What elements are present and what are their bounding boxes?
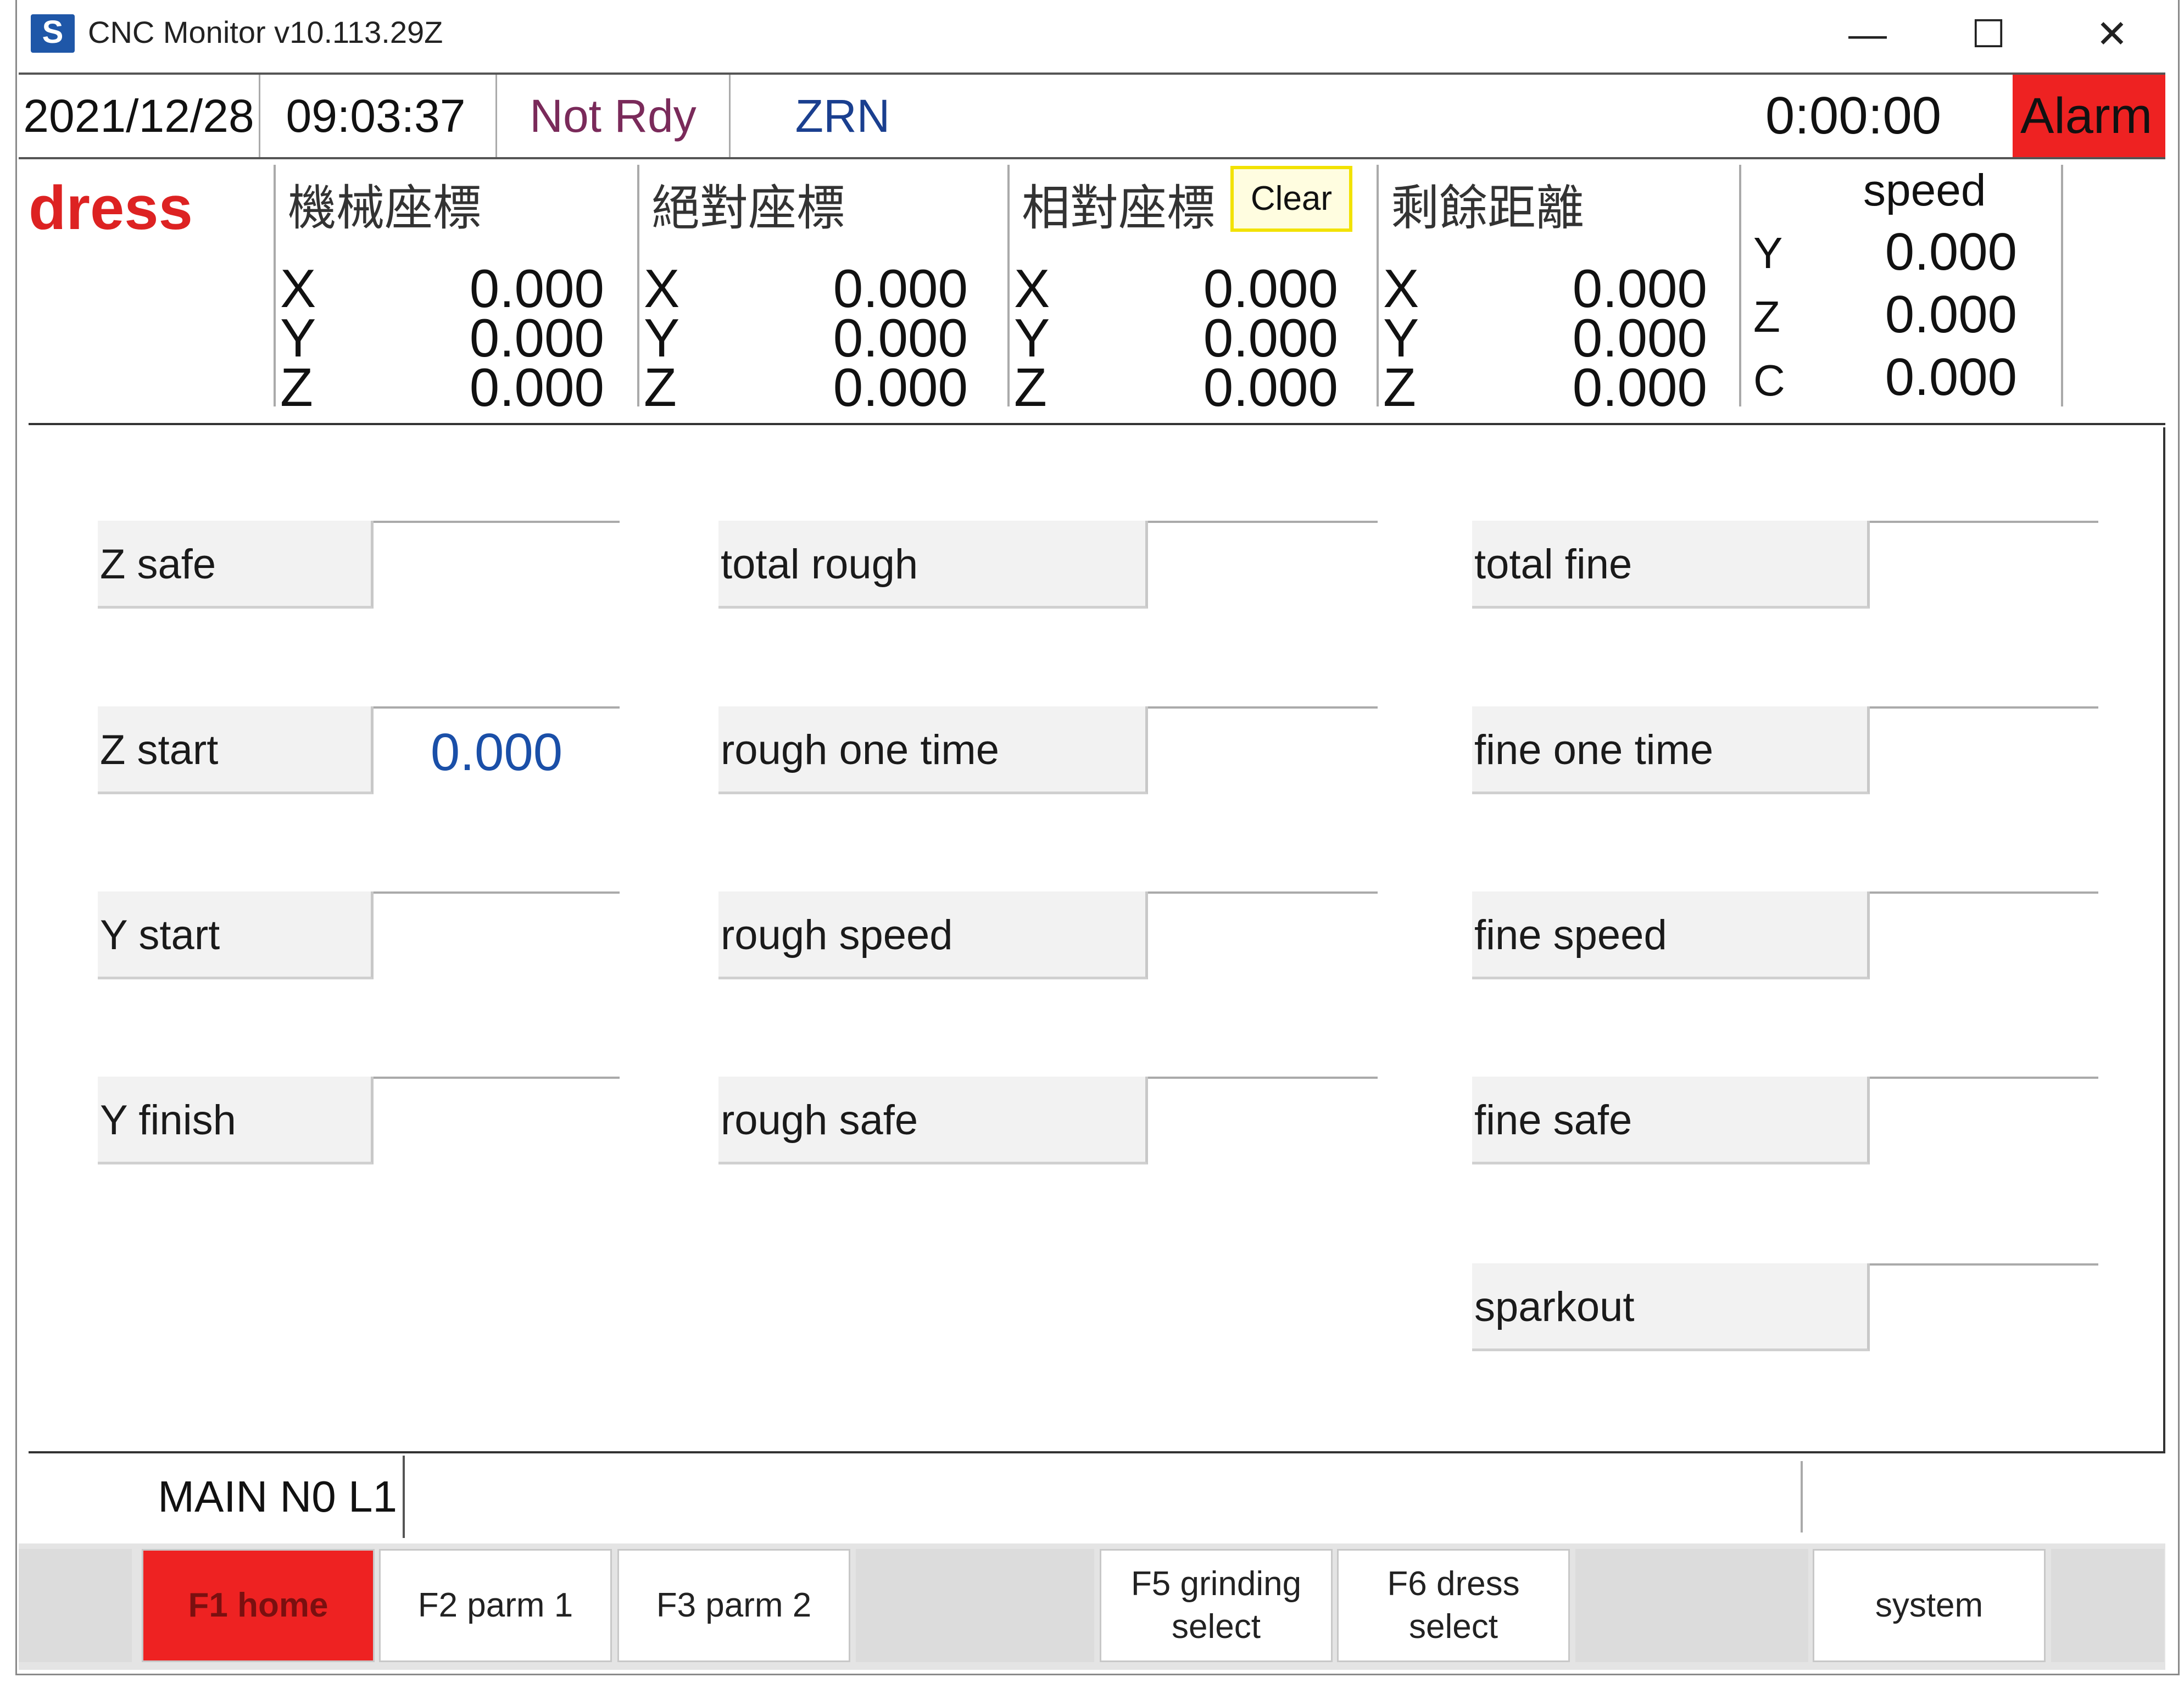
remaining-axis-label: Y (1383, 308, 1419, 368)
remaining-axis-value: 0.000 (1572, 357, 1707, 417)
machine-axis-value: 0.000 (469, 308, 604, 368)
status-ready: Not Rdy (495, 75, 731, 157)
param-input[interactable] (1870, 521, 2098, 609)
fkey-blank (856, 1549, 1094, 1662)
fkey-button[interactable]: F3 parm 2 (617, 1549, 850, 1662)
app-logo-icon: S (31, 14, 75, 53)
param-label: total fine (1472, 521, 1870, 609)
relative-axis-label: X (1014, 258, 1050, 319)
divider (274, 165, 276, 406)
machine-coord-heading: 機械座標 (288, 181, 482, 235)
param-label: sparkout (1472, 1263, 1870, 1351)
absolute-axis-label: X (644, 258, 680, 319)
machine-axis-label: X (280, 258, 316, 319)
param-label: Z safe (98, 521, 374, 609)
alarm-indicator[interactable]: Alarm (2013, 75, 2165, 157)
relative-axis-label: Z (1014, 357, 1047, 417)
status-bar: 2021/12/28 09:03:37 Not Rdy ZRN 0:00:00 … (19, 73, 2165, 159)
param-input[interactable] (374, 891, 620, 979)
function-key-bar: F1 home F2 parm 1 F3 parm 2 F5 grinding sel… (19, 1543, 2165, 1670)
param-label: Z start (98, 706, 374, 794)
relative-axis-value: 0.000 (1203, 308, 1338, 368)
window-title: CNC Monitor v10.113.29Z (88, 15, 443, 49)
machine-axis-label: Z (280, 357, 313, 417)
param-input[interactable] (1148, 891, 1378, 979)
speed-axis-label: C (1753, 356, 1785, 405)
fkey-button[interactable]: system (1813, 1549, 2046, 1662)
fkey-blank (2051, 1549, 2164, 1662)
param-input[interactable] (1870, 1263, 2098, 1351)
remaining-axis-label: X (1383, 258, 1419, 319)
status-date: 2021/12/28 (19, 75, 260, 157)
param-input[interactable] (1148, 706, 1378, 794)
absolute-axis-value: 0.000 (833, 308, 968, 368)
absolute-coord-heading: 絕對座標 (651, 181, 845, 235)
machine-axis-label: Y (280, 308, 316, 368)
fkey-button[interactable]: F2 parm 1 (379, 1549, 612, 1662)
param-input[interactable]: 0.000 (374, 706, 620, 794)
coordinate-panel: dress 機械座標 X 0.000 Y 0.000 Z 0.000 絕對座標 X 0.000 Y 0… (29, 159, 2165, 425)
absolute-axis-label: Z (644, 357, 677, 417)
param-input[interactable] (1148, 1077, 1378, 1164)
machine-axis-value: 0.000 (469, 258, 604, 319)
status-time: 09:03:37 (286, 90, 466, 142)
minimize-button[interactable]: — (1835, 12, 1901, 56)
speed-axis-label: Y (1753, 229, 1783, 277)
param-input[interactable] (1870, 1077, 2098, 1164)
machine-axis-value: 0.000 (469, 357, 604, 417)
param-input[interactable] (374, 521, 620, 609)
relative-axis-value: 0.000 (1203, 357, 1338, 417)
status-mode: ZRN (795, 90, 890, 142)
divider (2061, 165, 2063, 406)
param-label: Y start (98, 891, 374, 979)
param-input[interactable] (1870, 706, 2098, 794)
fkey-button[interactable]: F5 grinding select (1100, 1549, 1333, 1662)
clear-relative-button[interactable]: Clear (1230, 166, 1352, 232)
absolute-axis-value: 0.000 (833, 258, 968, 319)
remaining-axis-label: Z (1383, 357, 1416, 417)
fkey-blank (1575, 1549, 1808, 1662)
maximize-button[interactable]: ☐ (1955, 12, 2021, 56)
remaining-axis-value: 0.000 (1572, 308, 1707, 368)
mode-title: dress (29, 174, 193, 242)
param-label: total rough (718, 521, 1148, 609)
param-input[interactable] (1870, 891, 2098, 979)
param-label: fine one time (1472, 706, 1870, 794)
speed-value: 0.000 (1885, 222, 2017, 281)
fkey-button[interactable]: F6 dress select (1337, 1549, 1570, 1662)
absolute-axis-label: Y (644, 308, 680, 368)
program-label: MAIN N0 L1 (29, 1456, 405, 1538)
speed-heading: speed (1863, 165, 1986, 215)
remaining-axis-value: 0.000 (1572, 258, 1707, 319)
close-button[interactable]: ✕ (2079, 12, 2145, 56)
fkey-button[interactable]: F1 home (142, 1549, 375, 1662)
divider (1377, 165, 1379, 406)
divider (1739, 165, 1741, 406)
param-label: fine safe (1472, 1077, 1870, 1164)
speed-value: 0.000 (1885, 348, 2017, 406)
relative-axis-value: 0.000 (1203, 258, 1338, 319)
divider (1801, 1461, 1803, 1532)
param-label: fine speed (1472, 891, 1870, 979)
relative-axis-label: Y (1014, 308, 1050, 368)
remaining-coord-heading: 剩餘距離 (1391, 181, 1585, 235)
parameter-panel: Z safe Z start 0.000 Y start Y finish total r… (29, 427, 2165, 1453)
message-bar: MAIN N0 L1 (29, 1456, 2165, 1538)
speed-value: 0.000 (1885, 285, 2017, 344)
param-label: rough speed (718, 891, 1148, 979)
fkey-blank (19, 1549, 132, 1662)
divider (637, 165, 639, 406)
relative-coord-heading: 相對座標 (1022, 181, 1216, 235)
speed-axis-label: Z (1753, 292, 1780, 341)
param-label: Y finish (98, 1077, 374, 1164)
status-timer: 0:00:00 (1765, 86, 1942, 145)
param-label: rough safe (718, 1077, 1148, 1164)
absolute-axis-value: 0.000 (833, 357, 968, 417)
param-input[interactable] (374, 1077, 620, 1164)
param-input[interactable] (1148, 521, 1378, 609)
divider (1007, 165, 1010, 406)
param-label: rough one time (718, 706, 1148, 794)
